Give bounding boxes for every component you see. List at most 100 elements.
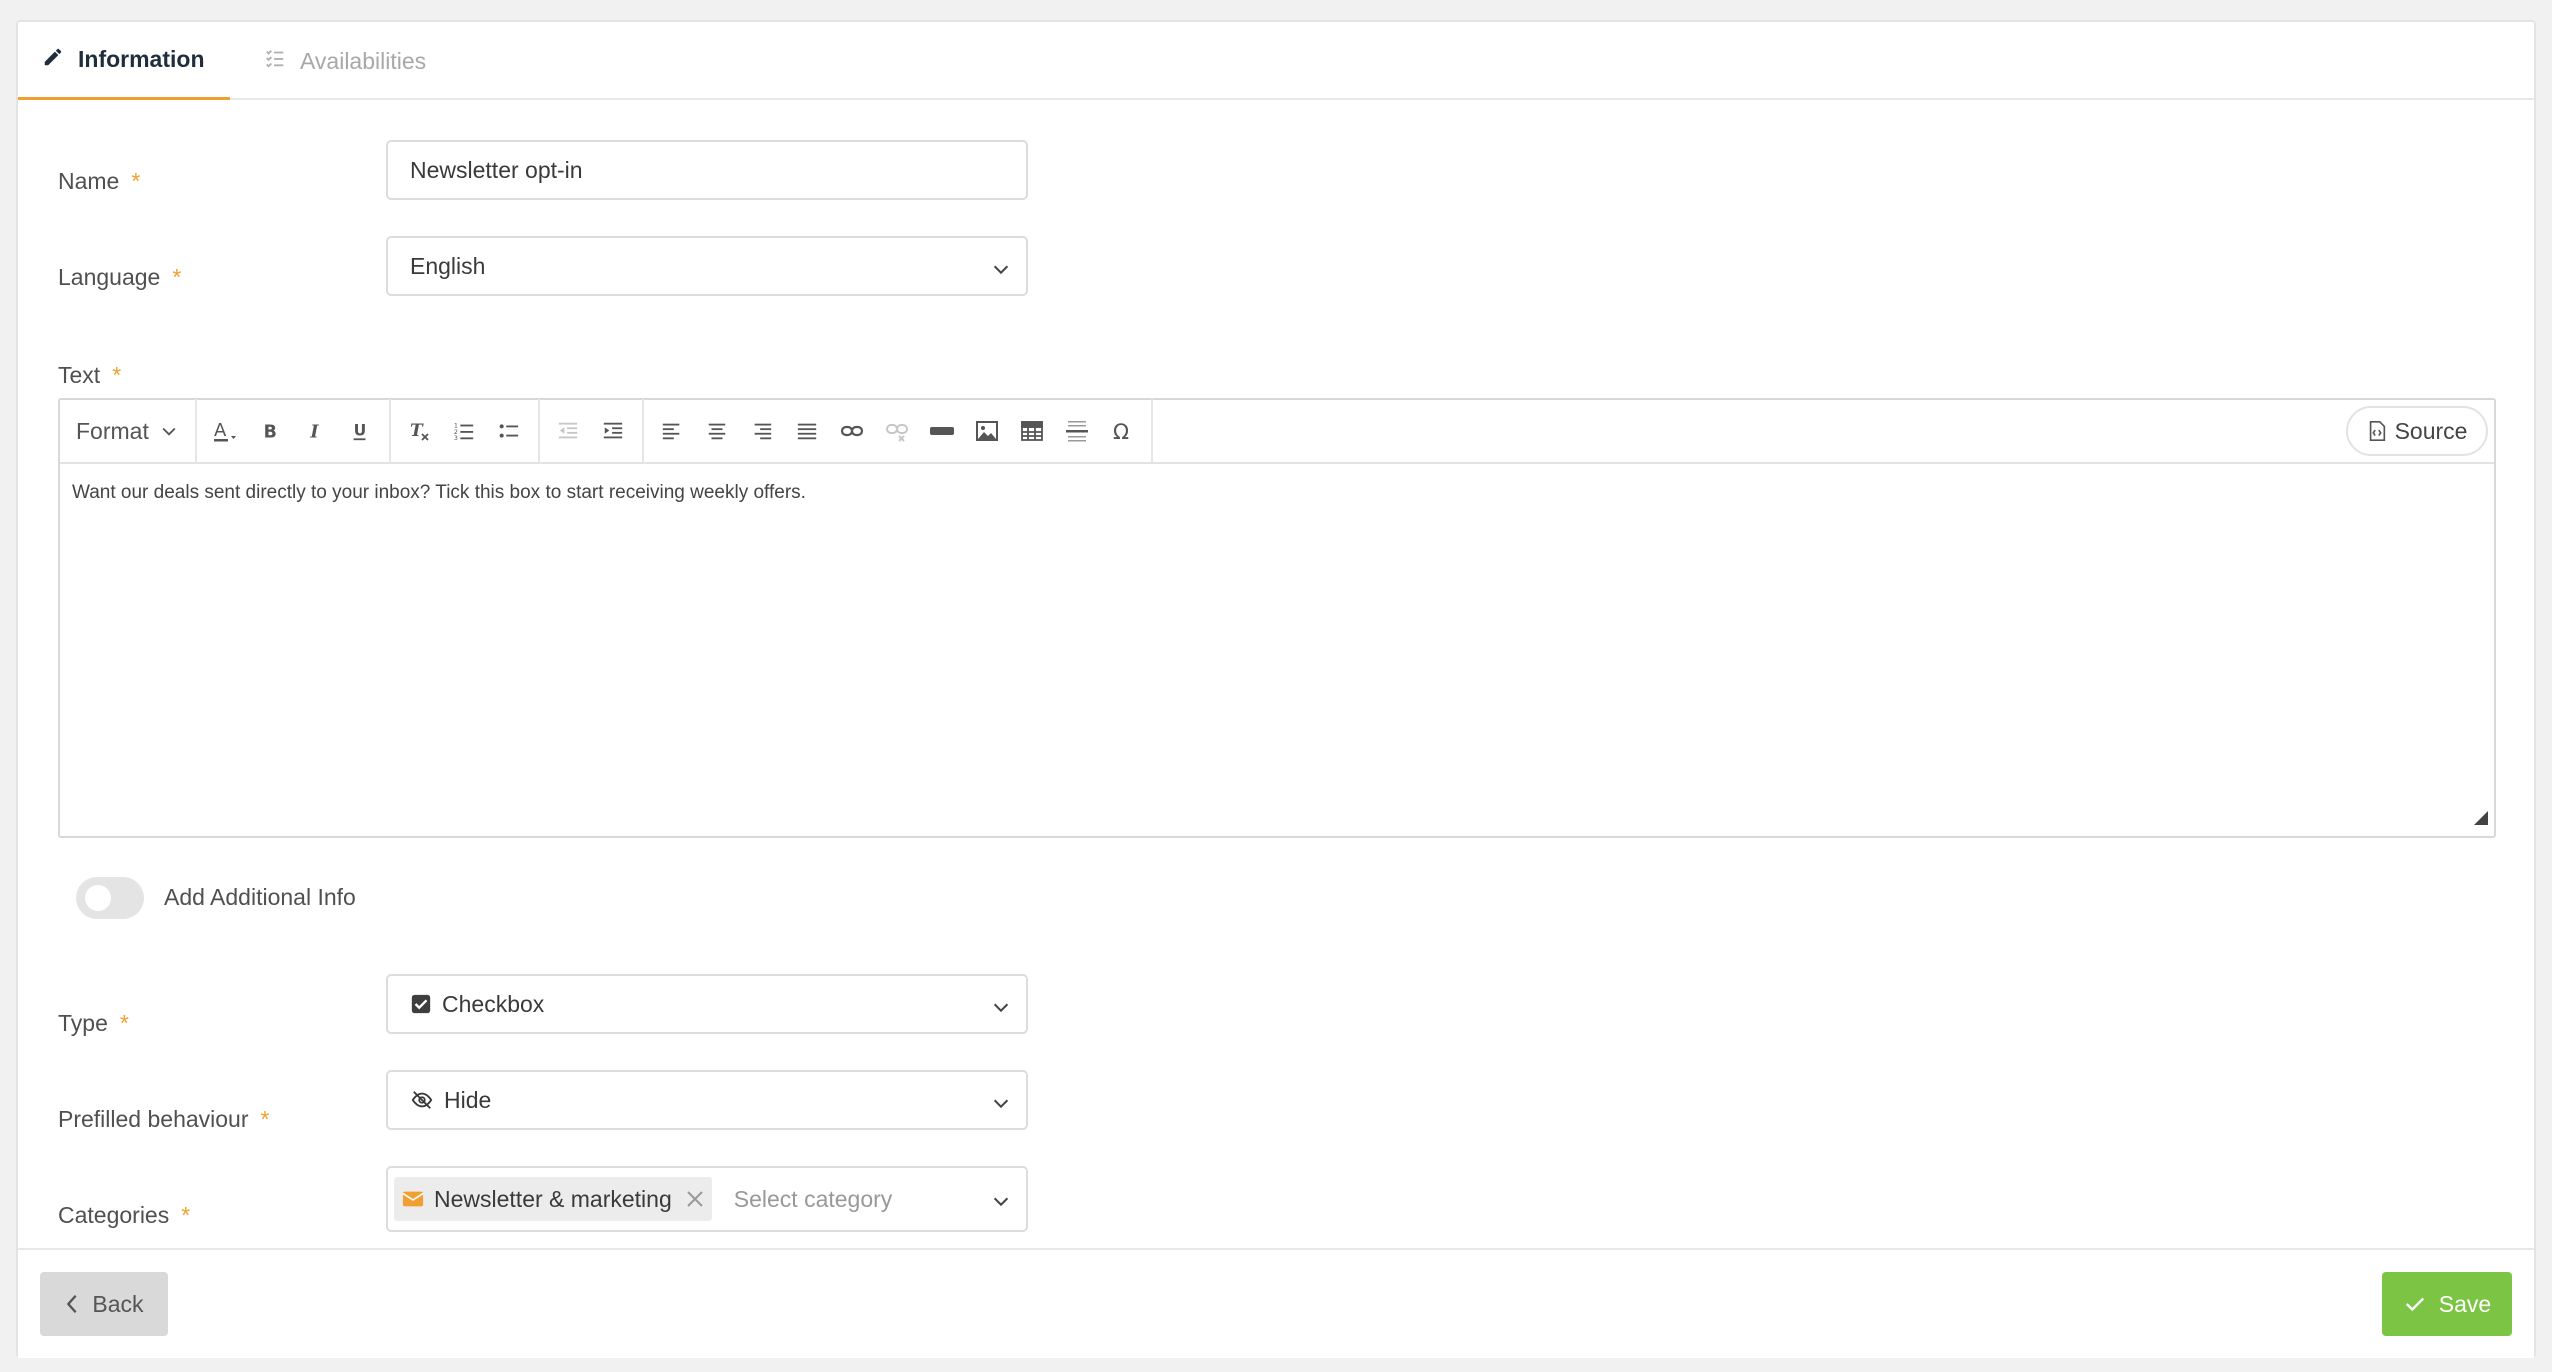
source-file-icon	[2369, 421, 2385, 441]
categories-label-text: Categories	[58, 1202, 170, 1228]
chevron-down-icon	[990, 1092, 1012, 1120]
type-select[interactable]: Checkbox	[386, 974, 1028, 1034]
remove-format-icon: T	[410, 421, 429, 441]
chevron-down-icon	[990, 996, 1012, 1024]
align-center-button[interactable]	[695, 409, 740, 453]
toolbar-group-insert: Ω	[644, 399, 1153, 463]
numbered-list-button[interactable]: 123	[442, 409, 487, 453]
omega-icon: Ω	[1113, 420, 1129, 443]
text-color-button[interactable]: A	[203, 409, 248, 453]
language-select-value: English	[410, 252, 486, 279]
underline-button[interactable]: U	[338, 409, 383, 453]
chevron-down-icon	[990, 258, 1012, 286]
chevron-left-icon	[67, 1294, 77, 1314]
special-character-button[interactable]: Ω	[1100, 409, 1145, 453]
tab-bar: Information Availabilities	[18, 22, 2534, 100]
underline-icon: U	[353, 422, 367, 441]
editor-content[interactable]: Want our deals sent directly to your inb…	[72, 482, 2482, 504]
indent-icon	[604, 422, 623, 439]
check-icon	[2405, 1297, 2424, 1312]
category-tag-label: Newsletter & marketing	[434, 1185, 672, 1212]
categories-select[interactable]: Newsletter & marketing Select category	[386, 1166, 1028, 1232]
language-select[interactable]: English	[386, 236, 1028, 296]
tab-information-label: Information	[78, 46, 205, 72]
toolbar-group-text: A B I U	[197, 399, 391, 463]
outdent-icon	[559, 422, 578, 439]
italic-icon: I	[310, 422, 320, 442]
format-dropdown-label: Format	[76, 417, 149, 444]
justify-button[interactable]	[785, 409, 830, 453]
format-dropdown[interactable]: Format	[60, 399, 197, 463]
categories-label: Categories *	[58, 1202, 190, 1229]
remove-format-button[interactable]: T	[397, 409, 442, 453]
resize-grip-icon[interactable]	[2474, 811, 2488, 830]
horizontal-line-button[interactable]	[1055, 409, 1100, 453]
text-label: Text *	[58, 362, 121, 389]
image-button[interactable]	[965, 409, 1010, 453]
eye-slash-icon	[410, 1089, 434, 1111]
required-marker: *	[112, 362, 122, 388]
table-button[interactable]	[1010, 409, 1055, 453]
unlink-button[interactable]	[875, 409, 920, 453]
additional-info-toggle[interactable]	[76, 877, 144, 919]
type-select-value: Checkbox	[442, 990, 545, 1017]
name-input[interactable]: Newsletter opt-in	[386, 140, 1028, 200]
toggle-knob	[85, 885, 111, 911]
name-label: Name *	[58, 168, 140, 195]
back-button[interactable]: Back	[40, 1272, 168, 1336]
required-marker: *	[172, 264, 182, 290]
bulleted-list-button[interactable]	[487, 409, 532, 453]
prefilled-label: Prefilled behaviour *	[58, 1106, 269, 1133]
bold-button[interactable]: B	[248, 409, 293, 453]
remove-tag-icon[interactable]	[686, 1190, 704, 1208]
align-left-icon	[663, 423, 680, 440]
svg-text:3: 3	[454, 434, 458, 442]
svg-text:I: I	[310, 422, 320, 442]
required-marker: *	[119, 1010, 129, 1036]
anchor-icon	[930, 427, 955, 435]
prefilled-label-text: Prefilled behaviour	[58, 1106, 249, 1132]
anchor-button[interactable]	[920, 409, 965, 453]
form-card: Information Availabilities Name * Newsle…	[16, 20, 2536, 1358]
align-left-button[interactable]	[650, 409, 695, 453]
save-button-label: Save	[2438, 1290, 2492, 1317]
align-center-icon	[709, 423, 726, 440]
type-label: Type *	[58, 1010, 129, 1037]
svg-text:T: T	[410, 421, 424, 441]
svg-text:B: B	[264, 422, 277, 442]
link-icon	[841, 425, 864, 437]
align-right-button[interactable]	[740, 409, 785, 453]
editor-toolbar: Format A B I U T 1 2 3 Ω Source	[60, 399, 2494, 464]
pencil-icon	[42, 46, 78, 74]
editor-content-text: Want our deals sent directly to your inb…	[72, 482, 806, 503]
tab-availabilities[interactable]: Availabilities	[240, 22, 450, 100]
outdent-button[interactable]	[546, 409, 591, 453]
horizontal-line-icon	[1066, 421, 1089, 442]
name-label-text: Name	[58, 168, 120, 194]
svg-text:A: A	[214, 420, 227, 441]
svg-text:Ω: Ω	[1113, 420, 1129, 443]
prefilled-select-value: Hide	[444, 1086, 492, 1113]
name-input-value: Newsletter opt-in	[410, 156, 583, 183]
chevron-down-icon	[162, 427, 176, 436]
justify-icon	[798, 423, 817, 440]
prefilled-select[interactable]: Hide	[386, 1070, 1028, 1130]
numbered-list-icon: 123	[454, 421, 474, 442]
link-button[interactable]	[830, 409, 875, 453]
required-marker: *	[181, 1202, 191, 1228]
back-button-label: Back	[92, 1290, 144, 1317]
envelope-icon	[402, 1190, 424, 1208]
tab-information[interactable]: Information	[18, 22, 230, 100]
checklist-icon	[264, 47, 300, 75]
italic-button[interactable]: I	[293, 409, 338, 453]
text-color-icon: A	[214, 420, 237, 442]
indent-button[interactable]	[591, 409, 636, 453]
bold-icon: B	[264, 422, 277, 442]
toolbar-group-indent	[540, 399, 644, 463]
language-label: Language *	[58, 264, 181, 291]
align-right-icon	[755, 423, 772, 440]
save-button[interactable]: Save	[2382, 1272, 2512, 1336]
category-search-placeholder[interactable]: Select category	[734, 1186, 893, 1213]
type-label-text: Type	[58, 1010, 108, 1036]
source-button[interactable]: Source	[2346, 406, 2488, 456]
